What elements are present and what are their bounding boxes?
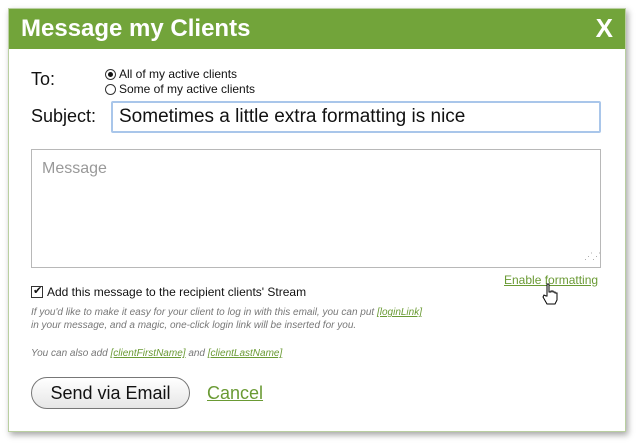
resize-grip-icon[interactable]: ⋰⋰ <box>584 251 601 262</box>
names-help-prefix: You can also add <box>31 348 108 359</box>
stream-checkbox-label: Add this message to the recipient client… <box>47 285 307 299</box>
radio-some-clients-label: Some of my active clients <box>119 82 256 96</box>
dialog-titlebar: Message my Clients X <box>9 9 625 49</box>
login-link-token[interactable]: [loginLink] <box>377 307 422 318</box>
radio-some-clients[interactable]: Some of my active clients <box>105 82 255 96</box>
radio-all-clients-button[interactable] <box>105 68 116 80</box>
subject-label: Subject: <box>31 106 97 126</box>
login-link-help: If you'd like to make it easy for your c… <box>31 306 422 332</box>
to-label: To: <box>31 69 56 89</box>
subject-input[interactable] <box>111 101 601 133</box>
radio-all-clients[interactable]: All of my active clients <box>105 67 237 81</box>
close-icon[interactable]: X <box>596 13 613 44</box>
hand-cursor-icon <box>542 283 558 305</box>
radio-some-clients-button[interactable] <box>105 83 116 95</box>
send-via-email-button[interactable]: Send via Email <box>31 377 190 409</box>
cancel-link[interactable]: Cancel <box>207 383 263 404</box>
client-first-name-token[interactable]: [clientFirstName] <box>111 348 186 359</box>
stream-checkbox[interactable] <box>31 284 43 298</box>
stream-checkbox-row[interactable]: Add this message to the recipient client… <box>31 284 307 299</box>
name-tokens-help: You can also add [clientFirstName] and [… <box>31 347 282 360</box>
names-help-and: and <box>188 348 205 359</box>
dialog-title: Message my Clients <box>21 15 251 42</box>
message-clients-dialog: Message my Clients X To: All of my activ… <box>8 8 626 432</box>
client-last-name-token[interactable]: [clientLastName] <box>208 348 282 359</box>
radio-all-clients-label: All of my active clients <box>119 67 238 81</box>
login-help-text-1: If you'd like to make it easy for your c… <box>31 307 375 318</box>
login-help-text-2: in your message, and a magic, one-click … <box>31 320 357 331</box>
message-textarea[interactable] <box>31 149 601 268</box>
